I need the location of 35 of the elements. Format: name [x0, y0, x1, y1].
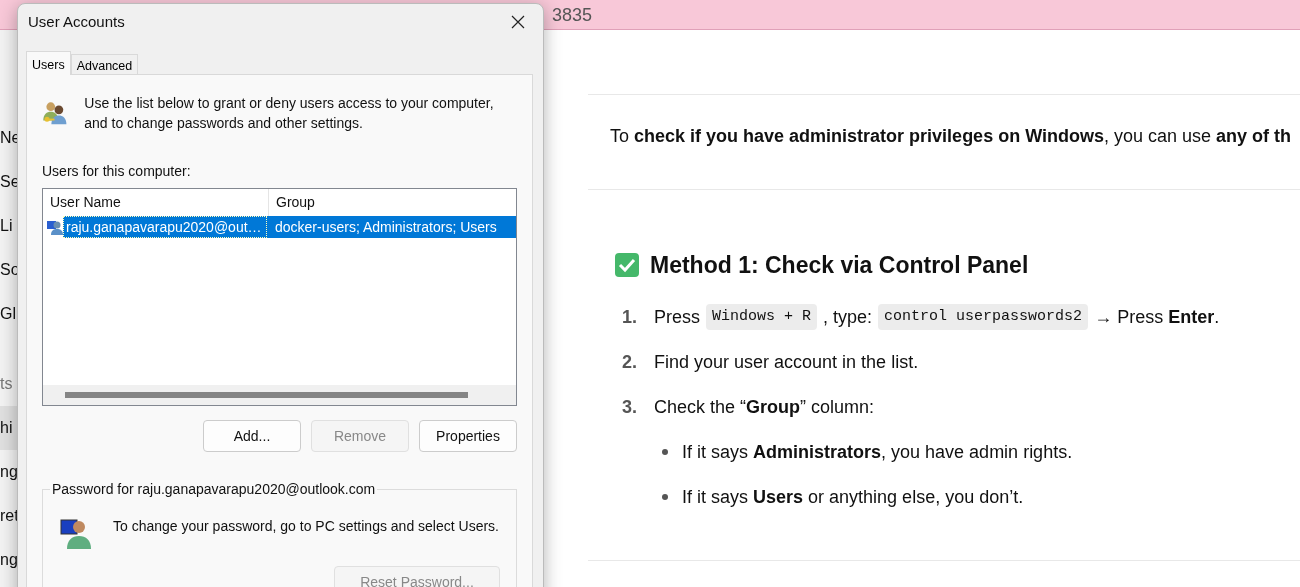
user-icon — [47, 219, 63, 235]
bullet-icon — [662, 494, 668, 500]
step-text: Press — [654, 305, 700, 329]
horizontal-scrollbar[interactable] — [43, 385, 516, 405]
step-text: Find your user account in the list. — [654, 350, 919, 374]
window-title: User Accounts — [28, 11, 125, 32]
tab[interactable]: Users — [26, 51, 71, 75]
checkmark-icon — [614, 252, 640, 279]
list-number: 1. — [622, 305, 638, 329]
step-text: → Press Enter. — [1094, 305, 1220, 329]
address-text: 3835 — [552, 4, 593, 27]
step-text: Check the “Group” column: — [654, 395, 875, 419]
dialog-button[interactable]: Properties — [419, 420, 517, 452]
intro-text: To check if you have administrator privileges on Windows, you can use any of th — [610, 125, 1293, 148]
step-text: , type: — [823, 305, 873, 329]
dialog-button[interactable]: Add... — [203, 420, 301, 452]
bullet-text: If it says Users or anything else, you don’t. — [682, 485, 1024, 509]
section-title: Method 1: Check via Control Panel — [650, 251, 1029, 280]
user-monitor-icon — [59, 516, 93, 550]
column-header[interactable]: Group — [269, 189, 315, 216]
list-cell[interactable]: raju.ganapavarapu2020@out… — [63, 216, 267, 238]
description-text: Use the list below to grant or deny users access to your computer, and to change passwords and other settings. — [84, 94, 495, 133]
list-number: 2. — [622, 350, 638, 374]
list-label: Users for this computer: — [42, 162, 192, 181]
code-snippet: control userpasswords2 — [878, 303, 1089, 331]
list-number: 3. — [622, 395, 638, 419]
section-heading: ts — [0, 374, 14, 394]
bullet-icon — [662, 449, 668, 455]
bullet-text: If it says Administrators, you have admin rights. — [682, 440, 1073, 464]
close-icon — [511, 15, 525, 29]
list-cell[interactable]: docker-users; Administrators; Users — [267, 216, 516, 238]
tab[interactable]: Advanced — [70, 54, 139, 74]
password-instructions: To change your password, go to PC settings and select Users. — [113, 517, 499, 536]
code-snippet: Windows + R — [706, 303, 818, 331]
group-legend: Password for raju.ganapavarapu2020@outlook.com — [50, 480, 378, 498]
